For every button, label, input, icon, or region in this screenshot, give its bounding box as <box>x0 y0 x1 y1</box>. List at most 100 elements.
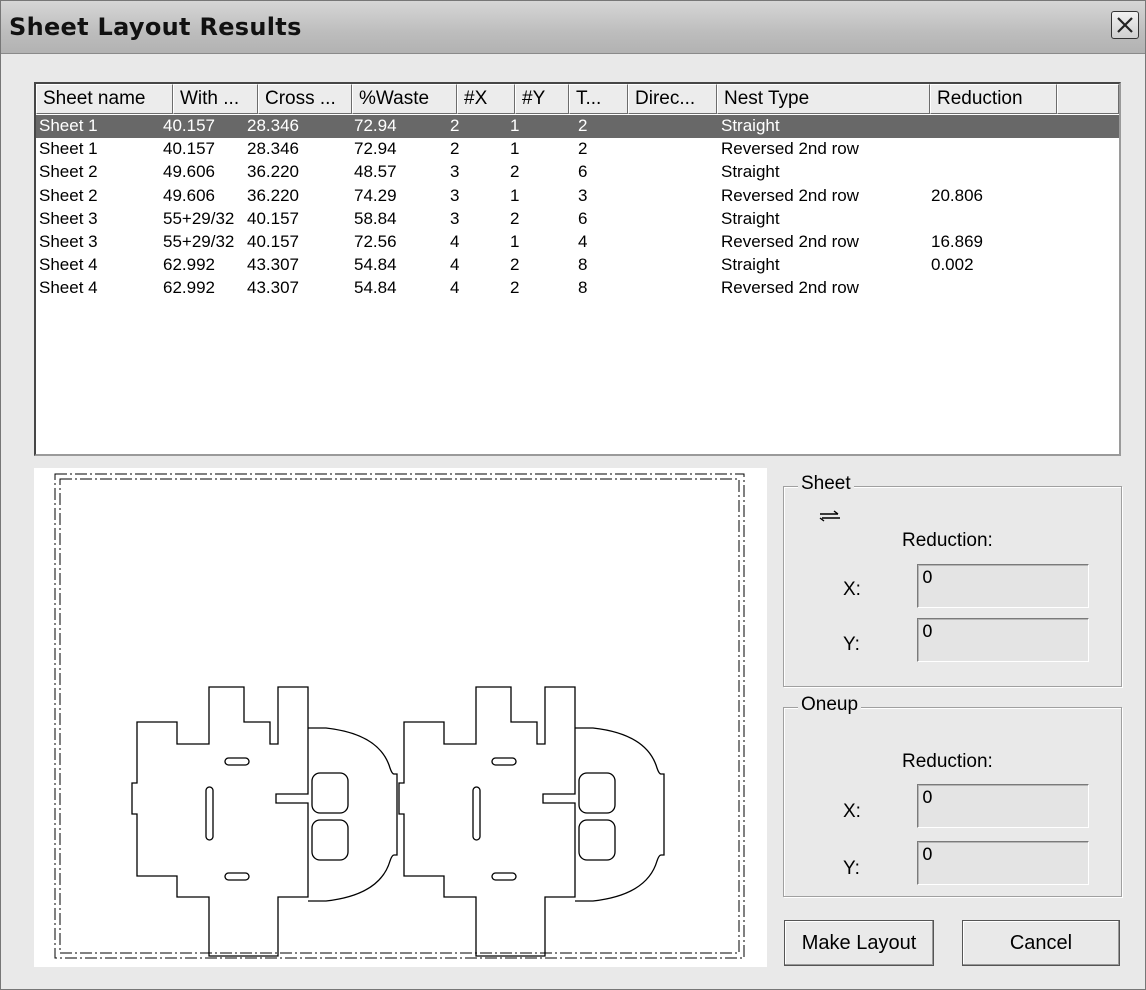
table-cell: 4 <box>450 278 460 298</box>
table-cell: Sheet 3 <box>39 232 98 251</box>
table-cell: 2 <box>450 139 460 159</box>
table-cell: 28.346 <box>247 116 299 135</box>
table-row[interactable]: Sheet 4 62.992 43.307 54.84 4 2 8 Reversed 2nd … <box>36 277 1119 300</box>
oneup-cutout <box>491 872 517 881</box>
table-cell: 8 <box>578 255 588 275</box>
sheet-x-label: X: <box>843 579 861 600</box>
table-cell: 4 <box>450 255 460 275</box>
table-cell: 72.94 <box>354 139 397 159</box>
table-cell: 54.84 <box>354 255 397 275</box>
oneup-shape <box>398 686 665 957</box>
column-header[interactable]: Reduction <box>930 84 1057 114</box>
layout-preview-canvas <box>54 473 745 959</box>
table-cell: Straight <box>721 116 780 135</box>
table-cell: 4 <box>450 232 460 251</box>
table-cell: 55+29/32 <box>163 208 235 228</box>
sheet-inner-boundary <box>59 478 740 954</box>
table-cell: Sheet 4 <box>39 255 98 275</box>
column-header[interactable]: Cross ... <box>258 84 352 114</box>
table-cell: 48.57 <box>354 162 397 182</box>
title-bar[interactable]: Sheet Layout Results <box>1 1 1145 54</box>
column-header[interactable]: Sheet name <box>36 84 173 114</box>
table-cell: 2 <box>450 116 460 135</box>
oneup-group: Oneup Reduction: X: 0 Y: 0 <box>783 694 1122 897</box>
oneup-cutout <box>491 757 517 766</box>
sheet-y-field[interactable]: 0 <box>917 618 1089 662</box>
table-cell: 2 <box>510 208 520 228</box>
table-cell: 6 <box>578 162 588 182</box>
table-cell: Reversed 2nd row <box>721 232 859 251</box>
table-cell: 40.157 <box>163 139 215 159</box>
table-cell: 54.84 <box>354 278 397 298</box>
table-cell: Sheet 1 <box>39 139 98 159</box>
table-cell: 62.992 <box>163 278 215 298</box>
close-button[interactable] <box>1111 11 1139 39</box>
sheet-layout-results-dialog: Sheet Layout Results Sheet name With ... C… <box>0 0 1146 990</box>
results-list[interactable]: Sheet name With ... Cross ... %Waste #X #Y T..… <box>34 82 1121 456</box>
table-cell: 40.157 <box>163 116 215 135</box>
table-row[interactable]: Sheet 2 49.606 36.220 74.29 3 1 3 Reversed 2nd … <box>36 185 1119 208</box>
window-title: Sheet Layout Results <box>9 13 302 41</box>
close-icon <box>1117 17 1133 33</box>
table-cell: 16.869 <box>931 232 983 251</box>
table-cell: 40.157 <box>247 232 299 251</box>
table-cell: 2 <box>510 278 520 298</box>
oneup-group-label: Oneup <box>798 694 862 716</box>
table-cell: 1 <box>510 139 520 159</box>
column-header[interactable]: T... <box>569 84 628 114</box>
table-row[interactable]: Sheet 3 55+29/32 40.157 72.56 4 1 4 Reversed 2n… <box>36 231 1119 254</box>
oneup-shapes <box>131 686 665 957</box>
table-cell: 2 <box>510 162 520 182</box>
table-row[interactable]: Sheet 4 62.992 43.307 54.84 4 2 8 Straight 0.002 <box>36 254 1119 277</box>
table-cell: Straight <box>721 255 780 275</box>
column-header[interactable]: With ... <box>173 84 258 114</box>
column-header[interactable]: Nest Type <box>717 84 930 114</box>
oneup-x-field[interactable]: 0 <box>917 784 1089 828</box>
table-row[interactable]: Sheet 2 49.606 36.220 48.57 3 2 6 Straight <box>36 161 1119 184</box>
table-cell: 72.94 <box>354 116 397 135</box>
column-header[interactable]: %Waste <box>352 84 457 114</box>
table-cell: 3 <box>578 185 588 205</box>
table-cell: Straight <box>721 208 780 228</box>
column-header[interactable]: Direc... <box>628 84 717 114</box>
table-cell: 3 <box>450 162 460 182</box>
table-cell: 6 <box>578 208 588 228</box>
make-layout-button[interactable]: Make Layout <box>784 920 934 966</box>
table-row[interactable]: Sheet 3 55+29/32 40.157 58.84 3 2 6 Straight <box>36 208 1119 231</box>
oneup-cutout <box>205 786 214 841</box>
table-cell: 1 <box>510 116 520 135</box>
table-cell: Sheet 4 <box>39 278 98 298</box>
table-cell: 62.992 <box>163 255 215 275</box>
table-cell: Reversed 2nd row <box>721 185 859 205</box>
table-cell: 20.806 <box>931 185 983 205</box>
table-cell: 1 <box>510 232 520 251</box>
sheet-group: Sheet Reduction: X: 0 Y: 0 <box>783 473 1122 687</box>
oneup-body-outline <box>131 686 309 957</box>
table-cell: Sheet 3 <box>39 208 98 228</box>
oneup-body-outline <box>398 686 576 957</box>
table-cell: 8 <box>578 278 588 298</box>
oneup-y-field[interactable]: 0 <box>917 841 1089 885</box>
table-cell: 74.29 <box>354 185 397 205</box>
table-cell: 1 <box>510 185 520 205</box>
sheet-x-field[interactable]: 0 <box>917 564 1089 608</box>
table-row[interactable]: Sheet 1 40.157 28.346 72.94 2 1 2 Straight <box>36 115 1119 138</box>
column-header[interactable]: #X <box>457 84 515 114</box>
oneup-flap-outline <box>575 727 665 902</box>
table-cell: 58.84 <box>354 208 397 228</box>
column-header[interactable]: #Y <box>515 84 569 114</box>
table-cell: Reversed 2nd row <box>721 139 859 159</box>
oneup-cutout <box>578 772 616 814</box>
table-cell: Sheet 1 <box>39 116 98 135</box>
oneup-cutout <box>472 786 481 841</box>
table-cell: 36.220 <box>247 185 299 205</box>
table-cell: 3 <box>450 208 460 228</box>
cancel-button[interactable]: Cancel <box>962 920 1120 966</box>
table-cell: Sheet 2 <box>39 162 98 182</box>
oneup-cutout <box>311 772 349 814</box>
oneup-reduction-label: Reduction: <box>902 751 993 772</box>
table-cell: Reversed 2nd row <box>721 278 859 298</box>
table-cell: 4 <box>578 232 588 251</box>
table-row[interactable]: Sheet 1 40.157 28.346 72.94 2 1 2 Reversed 2nd … <box>36 138 1119 161</box>
oneup-x-label: X: <box>843 801 861 822</box>
